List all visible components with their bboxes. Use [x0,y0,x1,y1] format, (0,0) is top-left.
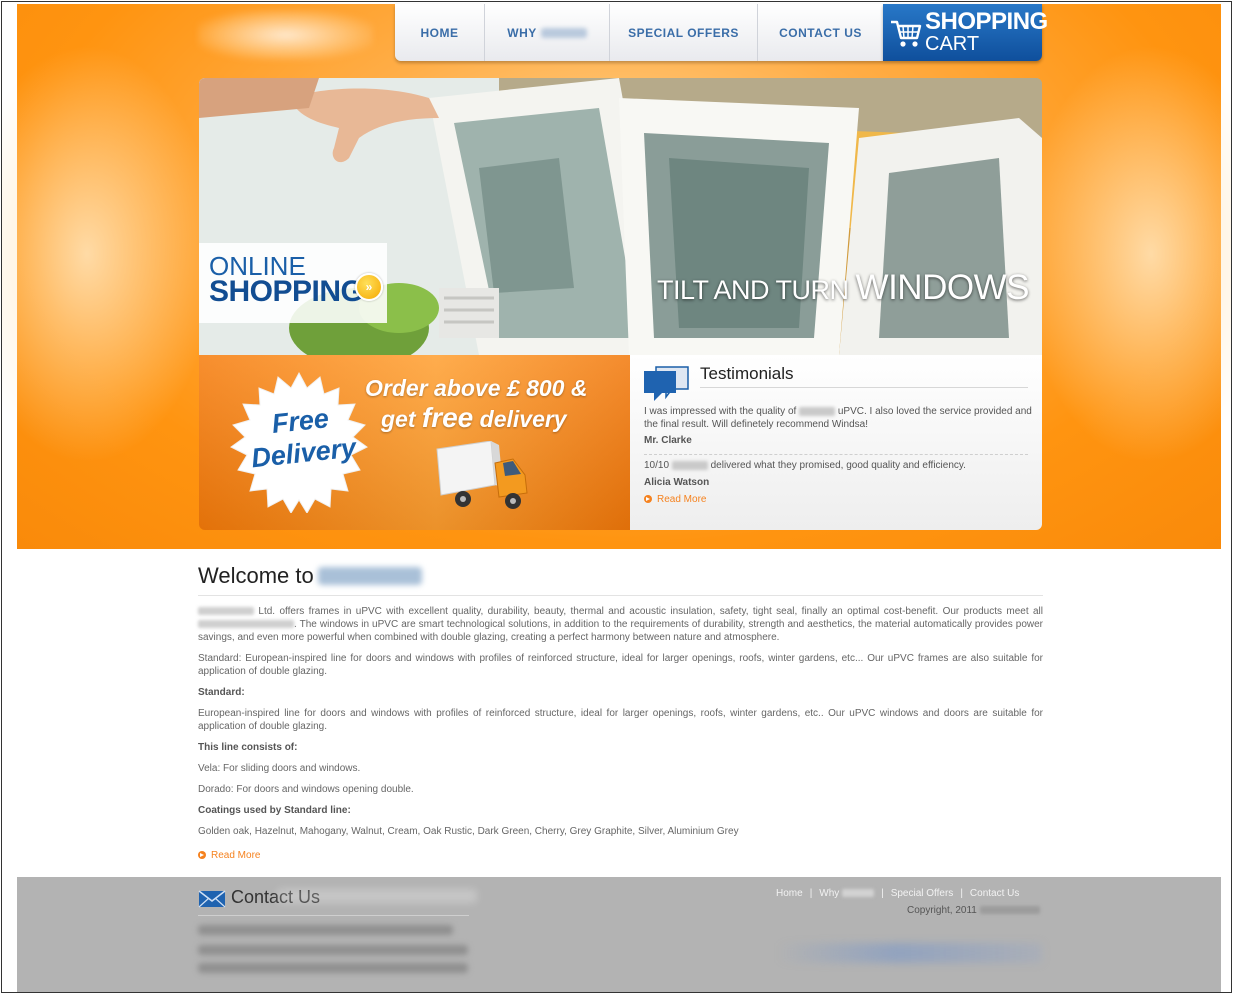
coatings-heading: Coatings used by Standard line: [198,805,351,816]
line-consists-heading: This line consists of: [198,742,298,753]
standard-heading: Standard: [198,687,245,698]
cart-label-shopping: SHOPPING [925,8,1048,35]
nav-contact-us[interactable]: CONTACT US [758,4,883,61]
envelope-icon [198,890,226,908]
blurred-brand-name [317,567,422,585]
read-more-label: Read More [657,494,707,505]
welcome-heading-text: Welcome to [198,563,314,588]
footer: Contact Us Home | Why | Special Offers | Cont… [17,877,1221,992]
nav-special-offers[interactable]: SPECIAL OFFERS [610,4,758,61]
shopping-cart-icon [891,20,922,47]
quote-2-end: delivered what they promised, good quali… [710,460,966,471]
divider [198,595,1043,596]
free-delivery-text: get free delivery [381,402,567,434]
hero-banner[interactable]: ONLINE SHOPPING » TILT AND TURN WINDOWS [199,78,1042,355]
footer-link-home[interactable]: Home [776,888,803,899]
blurred-text [277,889,477,903]
separator: | [809,888,813,899]
footer-link-why-label: Why [819,888,840,899]
quote-1-start: I was impressed with the quality of [644,406,797,417]
divider [700,387,1028,388]
nav-why[interactable]: WHY [485,4,610,61]
testimonials-read-more-link[interactable]: Read More [644,494,706,505]
hero-caption: TILT AND TURN WINDOWS [657,268,1029,308]
dorado-item: Dorado: For doors and windows opening do… [198,784,414,795]
speech-bubble-icon [644,366,689,401]
blurred-brand-name [540,27,587,38]
free-delivery-banner[interactable]: Free Delivery Order above £ 800 & get fr… [199,355,630,530]
shopping-label: SHOPPING [209,275,364,308]
order-delivery: delivery [479,406,567,432]
nav-why-label: WHY [507,25,537,40]
coatings-list: Golden oak, Hazelnut, Mahogany, Walnut, … [198,826,739,837]
testimonial-author-2: Alicia Watson [644,477,710,488]
footer-navigation: Home | Why | Special Offers | Contact Us [776,888,1042,899]
copyright-label: Copyright, 2011 [907,905,977,916]
footer-link-why[interactable]: Why [819,888,875,899]
nav-special-offers-label: SPECIAL OFFERS [628,25,739,40]
order-threshold-text: Order above £ 800 & [365,375,588,401]
arrow-bullet-icon [644,495,652,503]
divider [198,915,469,916]
hero-caption-big: WINDOWS [855,268,1030,307]
shopping-cart-button[interactable]: SHOPPING CART [883,4,1048,61]
separator: | [881,888,884,899]
intro-paragraph-part-2: . The windows in uPVC are smart technolo… [198,619,1043,643]
order-get: get [381,406,416,432]
quote-2-start: 10/10 [644,460,670,471]
delivery-truck-icon [436,441,528,509]
intro-paragraph: Ltd. offers frames in uPVC with excellen… [198,605,1043,644]
testimonial-quote-2: 10/10 delivered what they promised, good… [644,459,1032,472]
blurred-brand-name [842,889,875,898]
blurred-brand-name [799,406,836,416]
welcome-heading: Welcome to [198,563,422,589]
standard-summary: Standard: European-inspired line for doo… [198,653,1043,677]
blurred-brand-name [671,460,708,470]
blurred-contact-details [198,963,468,973]
read-more-label: Read More [211,850,261,861]
testimonials-panel: Testimonials I was impressed with the qu… [630,355,1042,530]
order-free: free [421,402,474,433]
free-delivery-badge-text: Free Delivery [244,399,360,474]
blurred-brand-name [198,607,254,616]
arrow-bullet-icon [198,851,206,859]
vela-item: Vela: For sliding doors and windows. [198,763,361,774]
hero-caption-small: TILT AND TURN [657,275,849,305]
blurred-text [198,620,294,629]
nav-contact-us-label: CONTACT US [779,25,862,40]
testimonials-title: Testimonials [700,364,794,383]
intro-paragraph-part-1: Ltd. offers frames in uPVC with excellen… [258,606,1044,617]
nav-home-label: HOME [420,25,459,40]
standard-description: European-inspired line for doors and win… [198,708,1043,732]
nav-home[interactable]: HOME [395,4,485,61]
blurred-contact-details [198,945,468,955]
divider [644,454,1028,455]
copyright-text: Copyright, 2011 [907,905,1040,916]
testimonial-quote-1: I was impressed with the quality of uPVC… [644,405,1032,431]
main-navigation: HOME WHY SPECIAL OFFERS CONTACT US [395,4,883,61]
arrow-right-icon[interactable]: » [355,273,383,301]
welcome-content: Ltd. offers frames in uPVC with excellen… [198,605,1043,846]
site-logo[interactable] [198,10,373,60]
blurred-company-name [979,906,1040,915]
page-frame: HOME WHY SPECIAL OFFERS CONTACT US SHOPP… [1,1,1232,993]
footer-link-contact-us[interactable]: Contact Us [970,888,1019,899]
cart-label-cart: CART [925,33,980,55]
separator: | [960,888,963,899]
footer-link-special-offers[interactable]: Special Offers [891,888,954,899]
blurred-footer-badge [777,943,1042,963]
blurred-contact-details [198,925,453,935]
testimonial-author-1: Mr. Clarke [644,435,692,446]
online-shopping-badge[interactable]: ONLINE SHOPPING » [199,243,387,323]
welcome-read-more-link[interactable]: Read More [198,850,260,861]
